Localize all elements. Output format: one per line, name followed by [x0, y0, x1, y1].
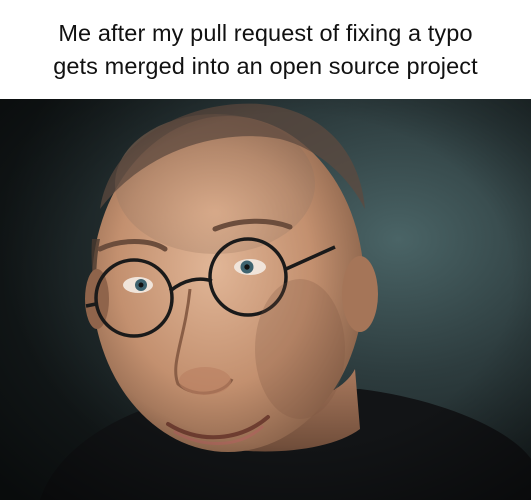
photo-vignette [0, 99, 531, 500]
meme-photo [0, 99, 531, 500]
meme-post: Me after my pull request of fixing a typ… [0, 0, 531, 500]
caption-area: Me after my pull request of fixing a typ… [0, 0, 531, 99]
caption-line-1: Me after my pull request of fixing a typ… [58, 19, 473, 46]
portrait-illustration [0, 99, 531, 500]
caption-line-2: gets merged into an open source project [53, 52, 478, 79]
